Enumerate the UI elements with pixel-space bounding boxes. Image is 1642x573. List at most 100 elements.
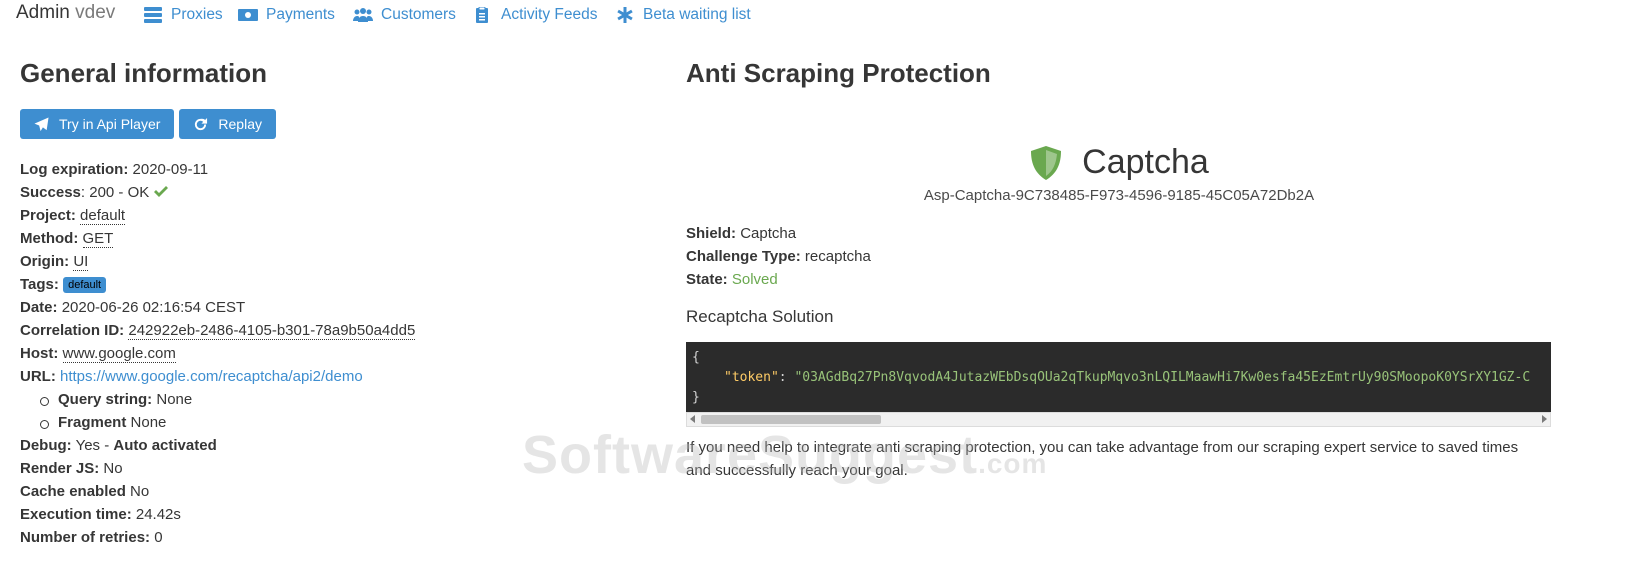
query-string-label: Query string: xyxy=(58,391,153,408)
success-value: : 200 - OK xyxy=(80,184,150,201)
execution-time-row: Execution time: 24.42s xyxy=(20,503,415,526)
log-expiration-row: Log expiration: 2020-09-11 xyxy=(20,158,415,181)
captcha-details: Shield: Captcha Challenge Type: recaptch… xyxy=(686,222,871,291)
challenge-label: Challenge Type: xyxy=(686,248,801,265)
success-row: Success: 200 - OK xyxy=(20,181,415,204)
try-api-player-label: Try in Api Player xyxy=(59,116,161,132)
project-value[interactable]: default xyxy=(80,207,126,225)
url-row: URL: https://www.google.com/recaptcha/ap… xyxy=(20,365,415,388)
paper-plane-icon xyxy=(34,116,49,131)
state-label: State: xyxy=(686,271,728,288)
debug-value: Yes - xyxy=(75,437,110,454)
origin-label: Origin: xyxy=(20,253,70,270)
render-js-row: Render JS: No xyxy=(20,457,415,480)
nav-label: Beta waiting list xyxy=(643,6,751,23)
nav-label: Proxies xyxy=(171,6,223,23)
check-icon xyxy=(154,186,169,197)
shield-value: Captcha xyxy=(740,225,797,242)
execution-time-label: Execution time: xyxy=(20,506,132,523)
challenge-value: recaptcha xyxy=(804,248,871,265)
users-icon xyxy=(353,8,373,22)
cache-value: No xyxy=(130,483,150,500)
retries-row: Number of retries: 0 xyxy=(20,526,415,549)
nav-item-proxies[interactable]: Proxies xyxy=(143,5,223,25)
shield-row: Shield: Captcha xyxy=(686,222,871,245)
clipboard-icon xyxy=(476,7,488,23)
debug-row: Debug: Yes - Auto activated xyxy=(20,434,415,457)
query-string-row: Query string: None xyxy=(20,388,415,411)
fragment-row: Fragment None xyxy=(20,411,415,434)
scroll-left-arrow-icon[interactable] xyxy=(690,415,695,423)
origin-value[interactable]: UI xyxy=(73,253,89,271)
shield-label: Shield: xyxy=(686,225,737,242)
anti-scraping-title: Anti Scraping Protection xyxy=(686,58,991,88)
correlation-value[interactable]: 242922eb-2486-4105-b301-78a9b50a4dd5 xyxy=(128,322,416,340)
action-buttons: Try in Api Player Replay xyxy=(20,109,276,139)
shield-icon xyxy=(1031,145,1062,180)
brand-name: Admin xyxy=(16,2,70,23)
replay-button[interactable]: Replay xyxy=(179,109,276,139)
origin-row: Origin: UI xyxy=(20,250,415,273)
money-icon xyxy=(238,9,258,21)
try-api-player-button[interactable]: Try in Api Player xyxy=(20,109,175,139)
captcha-id: Asp-Captcha-9C738485-F973-4596-9185-45C0… xyxy=(923,187,1315,204)
correlation-label: Correlation ID: xyxy=(20,322,125,339)
solution-code-block[interactable]: { "token": "03AGdBq27Pn8VqvodA4JutazWEbD… xyxy=(686,342,1551,412)
captcha-heading: Captcha xyxy=(686,143,1552,182)
method-label: Method: xyxy=(20,230,79,247)
date-value: 2020-06-26 02:16:54 CEST xyxy=(61,299,246,316)
captcha-title: Captcha xyxy=(1082,143,1209,181)
query-string-value: None xyxy=(156,391,193,408)
log-expiration-value: 2020-09-11 xyxy=(132,161,209,178)
code-key: "token" xyxy=(724,370,779,385)
code-token-value: "03AGdBq27Pn8VqvodA4JutazWEbDsqOUa2qTkup… xyxy=(794,370,1531,385)
fragment-value: None xyxy=(130,414,167,431)
scrollbar-thumb[interactable] xyxy=(701,415,881,424)
general-information-title: General information xyxy=(20,58,268,88)
tag-badge[interactable]: default xyxy=(63,277,107,293)
host-value[interactable]: www.google.com xyxy=(62,345,176,363)
url-label: URL: xyxy=(20,368,56,385)
help-text: If you need help to integrate anti scrap… xyxy=(686,439,1519,479)
nav-item-beta-waiting-list[interactable]: Beta waiting list xyxy=(615,5,751,25)
nav-label: Customers xyxy=(381,6,456,23)
url-link[interactable]: https://www.google.com/recaptcha/api2/de… xyxy=(60,368,363,385)
top-navbar: Admin vdev Proxies Payments Customers Ac… xyxy=(0,0,1642,30)
tags-row: Tags: default xyxy=(20,273,415,296)
fragment-label: Fragment xyxy=(58,414,127,431)
debug-auto: Auto activated xyxy=(113,437,217,454)
code-open-brace: { xyxy=(692,350,700,365)
date-row: Date: 2020-06-26 02:16:54 CEST xyxy=(20,296,415,319)
replay-label: Replay xyxy=(218,116,262,132)
host-label: Host: xyxy=(20,345,59,362)
code-horizontal-scrollbar[interactable] xyxy=(686,412,1551,427)
method-value[interactable]: GET xyxy=(82,230,114,248)
debug-label: Debug: xyxy=(20,437,72,454)
brand-env: vdev xyxy=(75,2,116,23)
cache-label: Cache enabled xyxy=(20,483,126,500)
project-row: Project: default xyxy=(20,204,415,227)
render-js-value: No xyxy=(103,460,123,477)
anti-scraping-panel: Anti Scraping Protection Captcha Asp-Cap… xyxy=(686,58,1552,479)
code-token-line: "token": "03AGdBq27Pn8VqvodA4JutazWEbDsq… xyxy=(692,368,1551,388)
host-row: Host: www.google.com xyxy=(20,342,415,365)
recaptcha-solution-title: Recaptcha Solution xyxy=(686,307,834,326)
brand[interactable]: Admin vdev xyxy=(16,2,115,24)
cache-row: Cache enabled No xyxy=(20,480,415,503)
code-colon: : xyxy=(778,370,787,385)
scroll-right-arrow-icon[interactable] xyxy=(1542,415,1547,423)
retries-value: 0 xyxy=(154,529,163,546)
nav-item-activity-feeds[interactable]: Activity Feeds xyxy=(473,5,597,25)
state-value: Solved xyxy=(731,271,778,288)
challenge-row: Challenge Type: recaptcha xyxy=(686,245,871,268)
server-icon xyxy=(144,7,162,23)
date-label: Date: xyxy=(20,299,58,316)
nav-label: Activity Feeds xyxy=(501,6,598,23)
nav-item-payments[interactable]: Payments xyxy=(238,5,335,25)
nav-item-customers[interactable]: Customers xyxy=(353,5,456,25)
asterisk-icon xyxy=(617,7,633,23)
state-row: State: Solved xyxy=(686,268,871,291)
code-close-brace: } xyxy=(692,390,700,405)
nav-label: Payments xyxy=(266,6,335,23)
redo-icon xyxy=(195,117,208,130)
